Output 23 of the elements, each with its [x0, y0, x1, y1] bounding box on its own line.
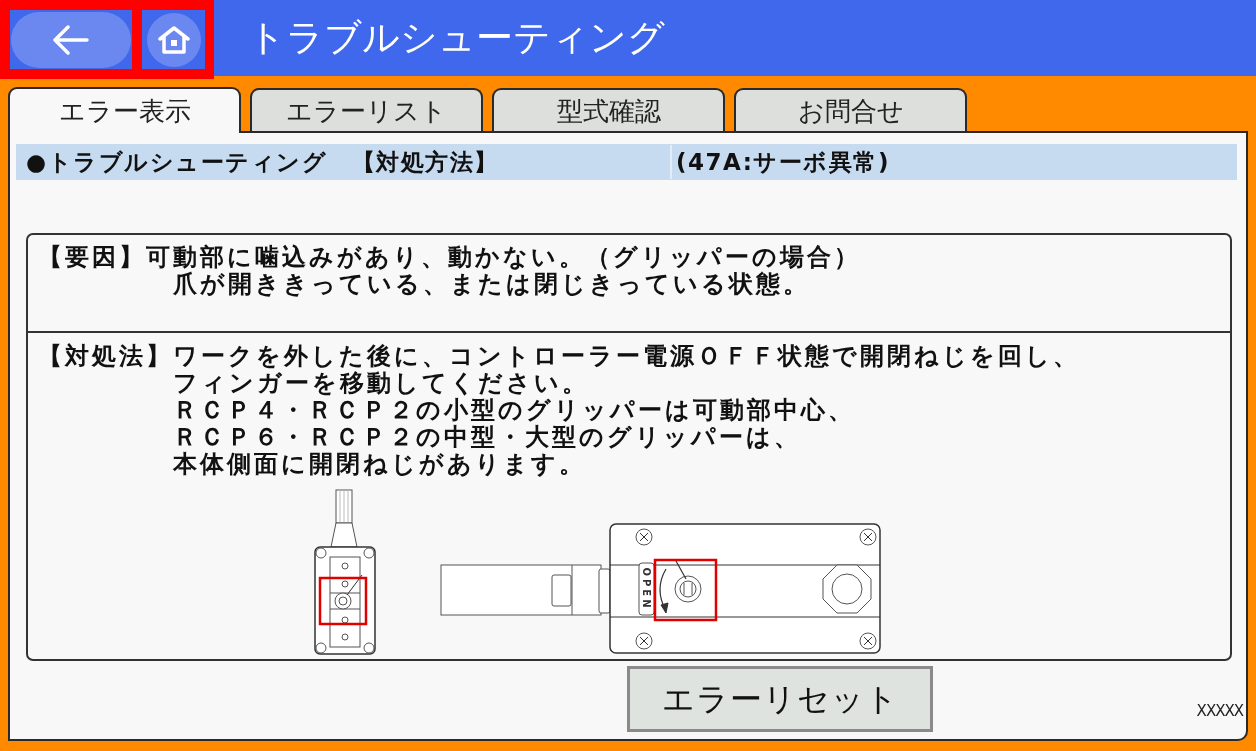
reset-button[interactable]: エラーリセット: [627, 666, 933, 732]
plate-label: OPEN: [641, 567, 652, 611]
error-code-text: (47A:サーボ異常): [670, 144, 1237, 180]
tab[interactable]: お問合せ: [734, 88, 967, 131]
section-label: 【対処法】: [38, 343, 173, 370]
tab[interactable]: エラーリスト: [250, 88, 483, 131]
footer-code-text: XXXXX: [1196, 700, 1243, 722]
window-title: トラブルシューティング: [248, 15, 665, 61]
instruction-text: 本体側面に開閉ねじがあります。: [173, 450, 586, 478]
instruction-text: ＲＣＰ４・ＲＣＰ２の小型のグリッパーは可動部中心、: [173, 396, 855, 424]
home-button[interactable]: [146, 12, 201, 67]
heading-text: ●トラブルシューティング 【対処方法】: [25, 147, 500, 177]
section-label: 【要因】: [38, 244, 146, 271]
instruction-text: ＲＣＰ６・ＲＣＰ２の中型・大型のグリッパーは、: [173, 423, 801, 451]
instruction-text: ワークを外した後に、コントローラー電源ＯＦＦ状態で開閉ねじを回し、: [173, 343, 1080, 370]
instruction-text: フィンガーを移動してください。: [173, 369, 589, 397]
home-icon: [157, 25, 190, 54]
tab[interactable]: 型式確認: [492, 88, 725, 131]
back-button[interactable]: [11, 11, 131, 68]
tab[interactable]: エラー表示: [8, 87, 241, 133]
back-arrow-icon: [53, 24, 89, 55]
instruction-text: 爪が開ききっている、または閉じきっている状態。: [173, 270, 810, 298]
instruction-text: 可動部に噛込みがあり、動かない。（グリッパーの場合）: [146, 244, 861, 271]
